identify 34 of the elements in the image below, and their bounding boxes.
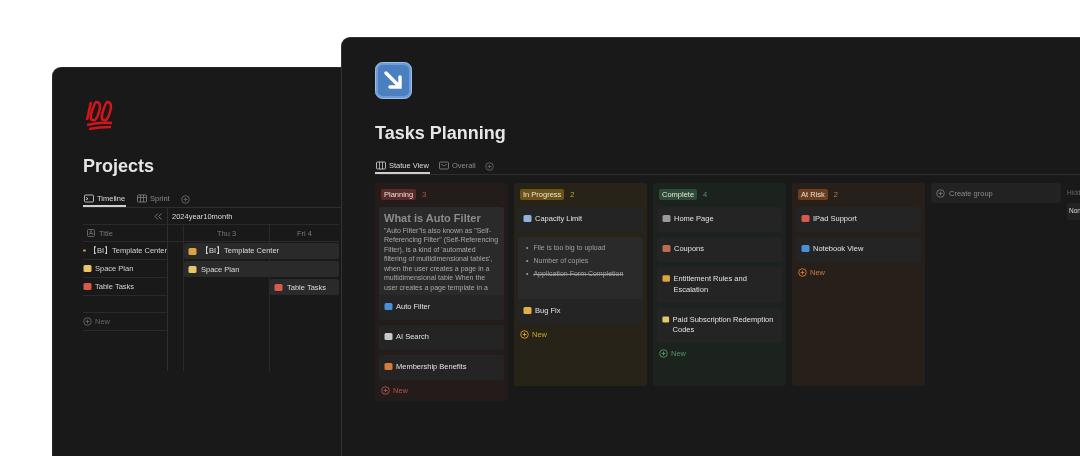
table-icon — [137, 194, 148, 203]
plus-circle-icon — [83, 317, 92, 326]
square-icon — [801, 243, 810, 253]
page-title: Projects — [83, 156, 156, 177]
plus-circle-icon — [520, 329, 529, 339]
square-icon — [384, 331, 393, 341]
plus-circle-icon — [798, 267, 807, 277]
square-icon — [523, 214, 532, 223]
square-icon — [662, 243, 671, 253]
square-icon — [662, 273, 671, 283]
text-property-icon — [87, 229, 95, 237]
square-icon — [188, 264, 197, 274]
square-icon — [188, 246, 197, 256]
square-icon — [274, 282, 283, 292]
square-icon — [801, 214, 810, 223]
collapse-icon[interactable] — [153, 211, 163, 221]
preview-title: What is Auto Filter — [384, 212, 482, 224]
timeline-icon — [84, 194, 94, 203]
square-icon — [83, 264, 92, 273]
plus-circle-icon — [659, 349, 668, 359]
add-view-icon[interactable] — [180, 194, 190, 204]
arrow-icon — [375, 62, 412, 99]
page-title: Tasks Planning — [375, 123, 507, 144]
plus-circle-icon — [936, 188, 945, 198]
square-icon — [662, 214, 671, 223]
square-icon — [523, 305, 532, 315]
window-icon — [438, 161, 449, 170]
square-icon — [662, 314, 670, 324]
square-icon — [83, 282, 92, 291]
board-icon — [376, 161, 386, 170]
square-icon — [384, 302, 393, 312]
square-icon — [384, 361, 393, 371]
plus-circle-icon — [381, 385, 390, 395]
add-view-icon[interactable] — [484, 161, 494, 171]
